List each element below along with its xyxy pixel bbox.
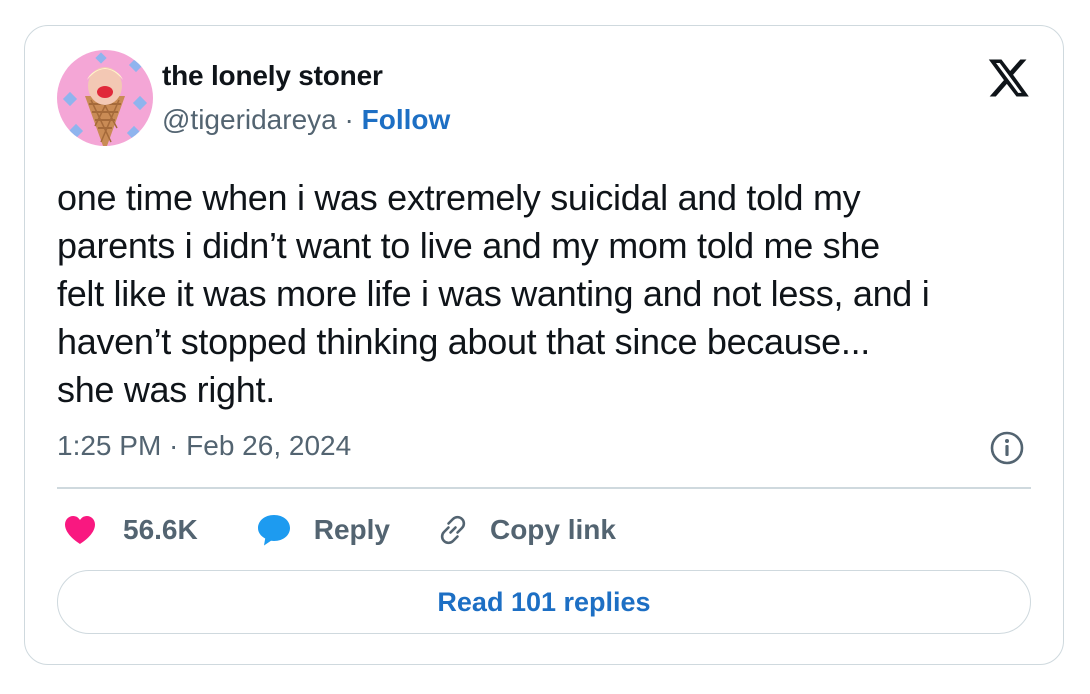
reply-label: Reply	[313, 514, 390, 545]
link-icon	[440, 515, 466, 545]
heart-icon	[65, 516, 95, 544]
author-handle[interactable]: @tigeridareya	[162, 104, 337, 135]
like-count: 56.6K	[123, 514, 198, 545]
tweet-card: the lonely stoner @tigeridareya · Follow…	[24, 25, 1064, 665]
divider	[57, 487, 1031, 489]
action-bar: 56.6K Reply Copy link	[63, 508, 616, 552]
copy-link-label: Copy link	[489, 514, 616, 545]
info-icon[interactable]	[989, 430, 1025, 466]
avatar[interactable]	[57, 50, 153, 146]
copy-link-button[interactable]: Copy link	[436, 513, 616, 547]
tweet-timestamp[interactable]: 1:25 PM · Feb 26, 2024	[57, 430, 351, 462]
tweet-text: one time when i was extremely suicidal a…	[57, 177, 930, 410]
x-logo-icon[interactable]	[987, 58, 1031, 98]
like-button[interactable]: 56.6K	[63, 514, 198, 546]
speech-bubble-icon	[257, 515, 290, 546]
handle-separator: ·	[336, 104, 362, 135]
read-replies-label: Read 101 replies	[437, 586, 651, 617]
reply-button[interactable]: Reply	[256, 513, 390, 547]
read-replies-button[interactable]: Read 101 replies	[57, 570, 1031, 634]
author-handle-row: @tigeridareya · Follow	[162, 104, 450, 136]
author-name[interactable]: the lonely stoner	[162, 60, 383, 92]
follow-link[interactable]: Follow	[362, 104, 451, 135]
